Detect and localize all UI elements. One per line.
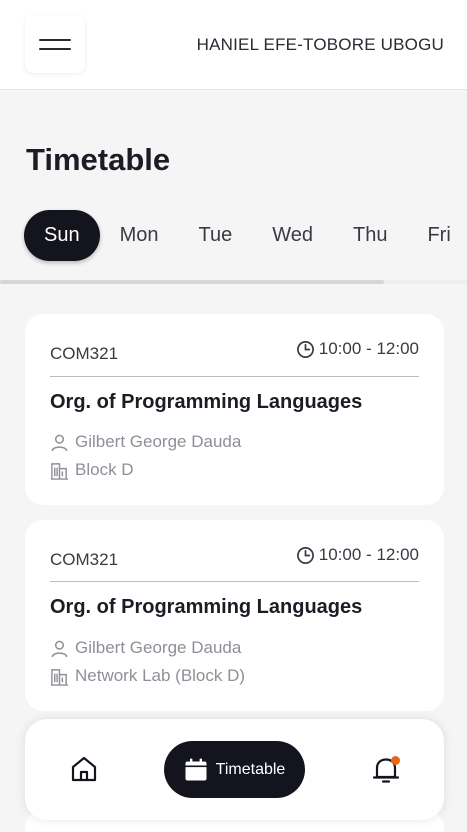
class-time: 10:00 - 12:00: [296, 545, 419, 565]
bottom-nav: Timetable: [25, 719, 444, 820]
tab-mon[interactable]: Mon: [100, 210, 179, 261]
card-divider: [50, 376, 419, 377]
day-tabs: Sun Mon Tue Wed Thu Fri: [24, 210, 467, 261]
lecturer-row: Gilbert George Dauda: [50, 638, 241, 658]
calendar-icon: [185, 758, 207, 780]
top-header: HANIEL EFE-TOBORE UBOGU: [0, 0, 467, 90]
class-time-text: 10:00 - 12:00: [318, 339, 419, 358]
lecturer-name: Gilbert George Dauda: [75, 638, 242, 657]
nav-timetable-button[interactable]: Timetable: [164, 741, 305, 798]
bell-icon[interactable]: [371, 755, 401, 785]
tab-thu[interactable]: Thu: [333, 210, 407, 261]
user-name: HANIEL EFE-TOBORE UBOGU: [196, 35, 444, 54]
building-icon: [50, 668, 69, 686]
person-icon: [51, 640, 68, 657]
tab-sun[interactable]: Sun: [24, 210, 100, 261]
day-tabs-scrollbar[interactable]: [0, 280, 467, 284]
venue-row: Network Lab (Block D): [50, 666, 245, 686]
class-time: 10:00 - 12:00: [296, 339, 419, 359]
venue-name: Block D: [75, 460, 134, 479]
card-divider: [50, 581, 419, 582]
course-code: COM321: [50, 550, 119, 569]
course-title: Org. of Programming Languages: [50, 596, 363, 618]
class-time-text: 10:00 - 12:00: [318, 545, 419, 564]
notification-badge: [391, 756, 400, 765]
clock-icon: [296, 546, 314, 564]
class-card[interactable]: COM321 10:00 - 12:00 Org. of Programming…: [25, 314, 444, 505]
hamburger-menu-icon[interactable]: [25, 15, 85, 73]
building-icon: [50, 462, 69, 480]
person-icon: [51, 434, 68, 451]
home-icon[interactable]: [70, 755, 98, 783]
lecturer-row: Gilbert George Dauda: [50, 432, 241, 452]
page-title: Timetable: [26, 142, 171, 177]
tab-wed[interactable]: Wed: [252, 210, 333, 261]
course-code: COM321: [50, 344, 119, 363]
clock-icon: [296, 340, 314, 358]
lecturer-name: Gilbert George Dauda: [75, 432, 242, 451]
nav-timetable-label: Timetable: [215, 760, 286, 778]
scrollbar-thumb[interactable]: [0, 280, 384, 284]
venue-name: Network Lab (Block D): [75, 666, 246, 685]
tab-fri[interactable]: Fri: [407, 210, 467, 261]
course-title: Org. of Programming Languages: [50, 391, 363, 413]
tab-tue[interactable]: Tue: [179, 210, 253, 261]
class-card[interactable]: COM321 10:00 - 12:00 Org. of Programming…: [25, 520, 444, 711]
venue-row: Block D: [50, 460, 134, 480]
